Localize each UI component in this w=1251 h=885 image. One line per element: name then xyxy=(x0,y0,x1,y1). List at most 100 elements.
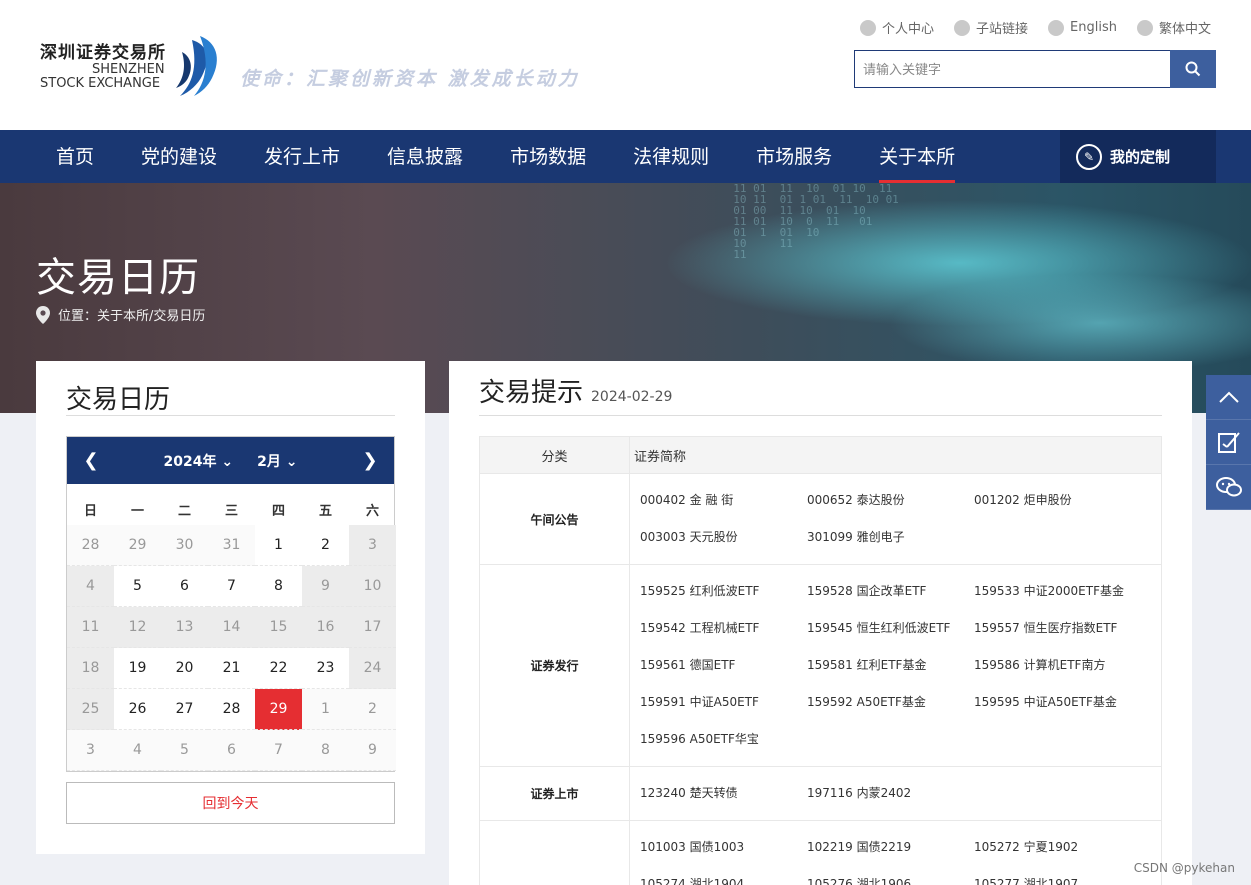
nav-item-2[interactable]: 发行上市 xyxy=(264,130,340,183)
nav-item-5[interactable]: 法律规则 xyxy=(633,130,709,183)
security-link[interactable]: 101003 国债1003 xyxy=(640,829,807,866)
calendar-day[interactable]: 10 xyxy=(349,566,396,607)
next-month-icon[interactable]: ❯ xyxy=(360,450,380,471)
security-link[interactable]: 301099 雅创电子 xyxy=(807,519,974,556)
security-list: 159525 红利低波ETF 159528 国企改革ETF 159533 中证200… xyxy=(630,565,1161,766)
calendar-day[interactable]: 5 xyxy=(161,730,208,771)
floating-toolbar xyxy=(1206,375,1251,510)
wechat-icon xyxy=(1215,477,1242,497)
calendar-day-today[interactable]: 29 xyxy=(255,689,302,730)
calendar-day[interactable]: 26 xyxy=(114,689,161,730)
search-button[interactable] xyxy=(1170,50,1216,88)
logo[interactable]: 深圳证券交易所 SHENZHEN STOCK EXCHANGE xyxy=(40,36,224,100)
calendar-day[interactable]: 12 xyxy=(114,607,161,648)
security-link[interactable]: 159542 工程机械ETF xyxy=(640,610,807,647)
calendar-day[interactable]: 2 xyxy=(349,689,396,730)
security-link[interactable]: 197116 内蒙2402 xyxy=(807,775,974,812)
security-link[interactable]: 159525 红利低波ETF xyxy=(640,573,807,610)
calendar-day[interactable]: 28 xyxy=(208,689,255,730)
security-link[interactable]: 105274 湖北1904 xyxy=(640,866,807,885)
prev-month-icon[interactable]: ❮ xyxy=(81,450,101,471)
calendar-day[interactable]: 4 xyxy=(114,730,161,771)
search-input[interactable] xyxy=(854,50,1170,88)
calendar-day[interactable]: 6 xyxy=(208,730,255,771)
calendar-day[interactable]: 17 xyxy=(349,607,396,648)
security-link[interactable]: 159595 中证A50ETF基金 xyxy=(974,684,1141,721)
calendar-day[interactable]: 21 xyxy=(208,648,255,689)
nav-item-1[interactable]: 党的建设 xyxy=(141,130,217,183)
security-list: 000402 金 融 街 000652 泰达股份 001202 炬申股份 003003… xyxy=(630,474,1161,564)
my-custom-button[interactable]: ✎ 我的定制 xyxy=(1060,130,1216,183)
security-link[interactable]: 159557 恒生医疗指数ETF xyxy=(974,610,1141,647)
calendar-day[interactable]: 9 xyxy=(302,566,349,607)
back-to-top-button[interactable] xyxy=(1206,375,1251,420)
security-link[interactable]: 159596 A50ETF华宝 xyxy=(640,721,807,758)
year-select[interactable]: 2024年 ⌄ xyxy=(164,451,234,471)
nav-item-7[interactable]: 关于本所 xyxy=(879,130,956,183)
calendar-day[interactable]: 18 xyxy=(67,648,114,689)
calendar-day[interactable]: 7 xyxy=(208,566,255,607)
calendar-day[interactable]: 9 xyxy=(349,730,396,771)
calendar-day[interactable]: 1 xyxy=(255,525,302,566)
security-link[interactable]: 102219 国债2219 xyxy=(807,829,974,866)
calendar-day[interactable]: 31 xyxy=(208,525,255,566)
nav-item-6[interactable]: 市场服务 xyxy=(756,130,832,183)
top-link-2[interactable]: English xyxy=(1048,18,1117,37)
calendar-day[interactable]: 7 xyxy=(255,730,302,771)
weekday-label: 六 xyxy=(365,504,379,519)
nav-item-0[interactable]: 首页 xyxy=(56,130,94,183)
security-link[interactable]: 159586 计算机ETF南方 xyxy=(974,647,1141,684)
calendar-day[interactable]: 23 xyxy=(302,648,349,689)
security-link[interactable]: 105276 湖北1906 xyxy=(807,866,974,885)
calendar-day[interactable]: 19 xyxy=(114,648,161,689)
calendar-day[interactable]: 6 xyxy=(161,566,208,607)
tips-row: 午间公告 000402 金 融 街 000652 泰达股份 001202 炬申股份 00… xyxy=(479,473,1162,565)
calendar-day[interactable]: 11 xyxy=(67,607,114,648)
calendar-day[interactable]: 16 xyxy=(302,607,349,648)
calendar-day[interactable]: 8 xyxy=(255,566,302,607)
security-link[interactable]: 159592 A50ETF基金 xyxy=(807,684,974,721)
calendar-day[interactable]: 20 xyxy=(161,648,208,689)
calendar-day[interactable]: 15 xyxy=(255,607,302,648)
top-link-3[interactable]: 繁体中文 xyxy=(1136,18,1211,37)
nav-item-3[interactable]: 信息披露 xyxy=(387,130,463,183)
security-link[interactable]: 105277 湖北1907 xyxy=(974,866,1141,885)
security-link[interactable]: 159591 中证A50ETF xyxy=(640,684,807,721)
calendar-day[interactable]: 4 xyxy=(67,566,114,607)
feedback-button[interactable] xyxy=(1206,420,1251,465)
security-link[interactable]: 159545 恒生红利低波ETF xyxy=(807,610,974,647)
calendar-day[interactable]: 29 xyxy=(114,525,161,566)
top-link-1[interactable]: 子站链接 xyxy=(954,18,1028,37)
calendar-day[interactable]: 25 xyxy=(67,689,114,730)
security-link[interactable]: 000402 金 融 街 xyxy=(640,482,807,519)
calendar-day[interactable]: 28 xyxy=(67,525,114,566)
calendar-day[interactable]: 24 xyxy=(349,648,396,689)
security-link[interactable]: 123240 楚天转债 xyxy=(640,775,807,812)
security-link[interactable]: 000652 泰达股份 xyxy=(807,482,974,519)
top-link-0[interactable]: 个人中心 xyxy=(860,18,934,37)
calendar-day[interactable]: 13 xyxy=(161,607,208,648)
security-link[interactable]: 159533 中证2000ETF基金 xyxy=(974,573,1141,610)
security-link[interactable]: 159528 国企改革ETF xyxy=(807,573,974,610)
calendar-day[interactable]: 3 xyxy=(349,525,396,566)
calendar-day[interactable]: 1 xyxy=(302,689,349,730)
calendar-day[interactable]: 3 xyxy=(67,730,114,771)
calendar-day[interactable]: 14 xyxy=(208,607,255,648)
wechat-button[interactable] xyxy=(1206,465,1251,510)
calendar-day[interactable]: 22 xyxy=(255,648,302,689)
security-link[interactable]: 001202 炬申股份 xyxy=(974,482,1141,519)
calendar-day[interactable]: 2 xyxy=(302,525,349,566)
security-link[interactable]: 159561 德国ETF xyxy=(640,647,807,684)
security-link[interactable]: 003003 天元股份 xyxy=(640,519,807,556)
security-link[interactable]: 159581 红利ETF基金 xyxy=(807,647,974,684)
globe-icon xyxy=(1136,19,1153,36)
nav-item-4[interactable]: 市场数据 xyxy=(510,130,586,183)
calendar-day[interactable]: 5 xyxy=(114,566,161,607)
calendar-day[interactable]: 27 xyxy=(161,689,208,730)
back-to-today-button[interactable]: 回到今天 xyxy=(66,782,395,824)
breadcrumb-text[interactable]: 位置：关于本所/交易日历 xyxy=(58,305,205,324)
calendar-day[interactable]: 30 xyxy=(161,525,208,566)
security-link[interactable]: 105272 宁夏1902 xyxy=(974,829,1141,866)
calendar-day[interactable]: 8 xyxy=(302,730,349,771)
month-select[interactable]: 2月 ⌄ xyxy=(257,451,297,471)
